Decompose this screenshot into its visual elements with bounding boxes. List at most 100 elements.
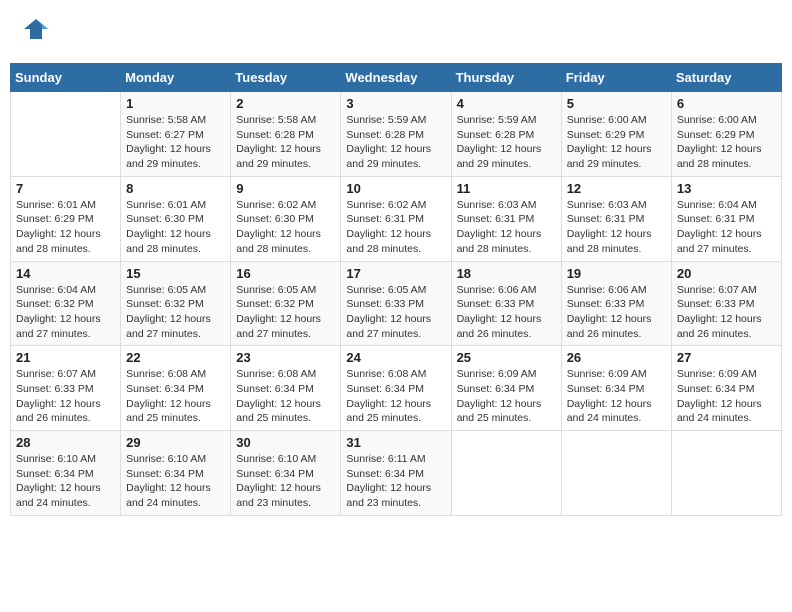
day-info: Sunrise: 6:06 AMSunset: 6:33 PMDaylight:… [567, 283, 666, 342]
day-number: 3 [346, 96, 445, 111]
day-number: 23 [236, 350, 335, 365]
calendar-cell: 25 Sunrise: 6:09 AMSunset: 6:34 PMDayligh… [451, 346, 561, 431]
day-info: Sunrise: 6:05 AMSunset: 6:32 PMDaylight:… [126, 283, 225, 342]
calendar-cell: 8 Sunrise: 6:01 AMSunset: 6:30 PMDaylight… [121, 176, 231, 261]
calendar-cell: 14Sunrise: 6:04 AMSunset: 6:32 PMDayligh… [11, 261, 121, 346]
day-info: Sunrise: 6:03 AMSunset: 6:31 PMDaylight:… [567, 198, 666, 257]
day-info: Sunrise: 6:09 AMSunset: 6:34 PMDaylight:… [677, 367, 776, 426]
day-info: Sunrise: 6:02 AMSunset: 6:31 PMDaylight:… [346, 198, 445, 257]
day-number: 30 [236, 435, 335, 450]
calendar-cell: 26 Sunrise: 6:09 AMSunset: 6:34 PMDayligh… [561, 346, 671, 431]
day-number: 1 [126, 96, 225, 111]
calendar-week-row: 21 Sunrise: 6:07 AMSunset: 6:33 PMDayligh… [11, 346, 782, 431]
calendar-cell: 30 Sunrise: 6:10 AMSunset: 6:34 PMDayligh… [231, 431, 341, 516]
day-info: Sunrise: 6:08 AMSunset: 6:34 PMDaylight:… [346, 367, 445, 426]
day-info: Sunrise: 6:05 AMSunset: 6:33 PMDaylight:… [346, 283, 445, 342]
calendar-cell: 3 Sunrise: 5:59 AMSunset: 6:28 PMDaylight… [341, 92, 451, 177]
calendar-cell: 21 Sunrise: 6:07 AMSunset: 6:33 PMDayligh… [11, 346, 121, 431]
day-number: 13 [677, 181, 776, 196]
day-number: 11 [457, 181, 556, 196]
calendar-dow-sunday: Sunday [11, 64, 121, 92]
day-number: 24 [346, 350, 445, 365]
day-info: Sunrise: 5:58 AMSunset: 6:27 PMDaylight:… [126, 113, 225, 172]
day-info: Sunrise: 6:01 AMSunset: 6:29 PMDaylight:… [16, 198, 115, 257]
calendar-dow-friday: Friday [561, 64, 671, 92]
calendar-cell [11, 92, 121, 177]
day-number: 16 [236, 266, 335, 281]
calendar-cell: 31 Sunrise: 6:11 AMSunset: 6:34 PMDayligh… [341, 431, 451, 516]
day-info: Sunrise: 6:05 AMSunset: 6:32 PMDaylight:… [236, 283, 335, 342]
logo-general [20, 15, 50, 48]
day-info: Sunrise: 5:58 AMSunset: 6:28 PMDaylight:… [236, 113, 335, 172]
calendar-cell [671, 431, 781, 516]
day-number: 19 [567, 266, 666, 281]
day-info: Sunrise: 6:09 AMSunset: 6:34 PMDaylight:… [567, 367, 666, 426]
logo-bird-icon [22, 15, 50, 43]
logo [20, 15, 50, 48]
day-number: 29 [126, 435, 225, 450]
calendar-cell [561, 431, 671, 516]
day-number: 28 [16, 435, 115, 450]
day-info: Sunrise: 6:03 AMSunset: 6:31 PMDaylight:… [457, 198, 556, 257]
calendar-cell: 15Sunrise: 6:05 AMSunset: 6:32 PMDayligh… [121, 261, 231, 346]
day-info: Sunrise: 6:00 AMSunset: 6:29 PMDaylight:… [677, 113, 776, 172]
day-info: Sunrise: 6:00 AMSunset: 6:29 PMDaylight:… [567, 113, 666, 172]
day-info: Sunrise: 5:59 AMSunset: 6:28 PMDaylight:… [346, 113, 445, 172]
calendar-cell: 19 Sunrise: 6:06 AMSunset: 6:33 PMDayligh… [561, 261, 671, 346]
day-number: 8 [126, 181, 225, 196]
calendar-dow-thursday: Thursday [451, 64, 561, 92]
calendar-cell: 5 Sunrise: 6:00 AMSunset: 6:29 PMDaylight… [561, 92, 671, 177]
calendar-cell: 22 Sunrise: 6:08 AMSunset: 6:34 PMDayligh… [121, 346, 231, 431]
calendar-week-row: 7 Sunrise: 6:01 AMSunset: 6:29 PMDaylight… [11, 176, 782, 261]
calendar-cell: 18 Sunrise: 6:06 AMSunset: 6:33 PMDayligh… [451, 261, 561, 346]
calendar-week-row: 1 Sunrise: 5:58 AMSunset: 6:27 PMDaylight… [11, 92, 782, 177]
day-number: 25 [457, 350, 556, 365]
calendar-header-row: SundayMondayTuesdayWednesdayThursdayFrid… [11, 64, 782, 92]
day-number: 18 [457, 266, 556, 281]
calendar-cell: 27 Sunrise: 6:09 AMSunset: 6:34 PMDayligh… [671, 346, 781, 431]
day-info: Sunrise: 6:08 AMSunset: 6:34 PMDaylight:… [126, 367, 225, 426]
calendar-cell: 24 Sunrise: 6:08 AMSunset: 6:34 PMDayligh… [341, 346, 451, 431]
calendar-cell: 13 Sunrise: 6:04 AMSunset: 6:31 PMDayligh… [671, 176, 781, 261]
calendar-table: SundayMondayTuesdayWednesdayThursdayFrid… [10, 63, 782, 516]
day-info: Sunrise: 6:10 AMSunset: 6:34 PMDaylight:… [16, 452, 115, 511]
day-number: 22 [126, 350, 225, 365]
day-number: 27 [677, 350, 776, 365]
calendar-cell: 11 Sunrise: 6:03 AMSunset: 6:31 PMDayligh… [451, 176, 561, 261]
day-info: Sunrise: 6:09 AMSunset: 6:34 PMDaylight:… [457, 367, 556, 426]
day-number: 2 [236, 96, 335, 111]
day-info: Sunrise: 6:01 AMSunset: 6:30 PMDaylight:… [126, 198, 225, 257]
day-number: 26 [567, 350, 666, 365]
day-number: 17 [346, 266, 445, 281]
calendar-cell: 20 Sunrise: 6:07 AMSunset: 6:33 PMDayligh… [671, 261, 781, 346]
day-info: Sunrise: 6:06 AMSunset: 6:33 PMDaylight:… [457, 283, 556, 342]
day-number: 4 [457, 96, 556, 111]
day-info: Sunrise: 6:11 AMSunset: 6:34 PMDaylight:… [346, 452, 445, 511]
calendar-cell [451, 431, 561, 516]
calendar-cell: 4 Sunrise: 5:59 AMSunset: 6:28 PMDaylight… [451, 92, 561, 177]
calendar-cell: 23Sunrise: 6:08 AMSunset: 6:34 PMDayligh… [231, 346, 341, 431]
day-info: Sunrise: 5:59 AMSunset: 6:28 PMDaylight:… [457, 113, 556, 172]
day-number: 7 [16, 181, 115, 196]
calendar-cell: 10Sunrise: 6:02 AMSunset: 6:31 PMDayligh… [341, 176, 451, 261]
calendar-cell: 17 Sunrise: 6:05 AMSunset: 6:33 PMDayligh… [341, 261, 451, 346]
day-number: 20 [677, 266, 776, 281]
day-info: Sunrise: 6:07 AMSunset: 6:33 PMDaylight:… [16, 367, 115, 426]
day-number: 5 [567, 96, 666, 111]
calendar-dow-tuesday: Tuesday [231, 64, 341, 92]
calendar-cell: 6 Sunrise: 6:00 AMSunset: 6:29 PMDaylight… [671, 92, 781, 177]
day-info: Sunrise: 6:02 AMSunset: 6:30 PMDaylight:… [236, 198, 335, 257]
day-info: Sunrise: 6:10 AMSunset: 6:34 PMDaylight:… [236, 452, 335, 511]
day-number: 21 [16, 350, 115, 365]
calendar-week-row: 28 Sunrise: 6:10 AMSunset: 6:34 PMDayligh… [11, 431, 782, 516]
calendar-cell: 28 Sunrise: 6:10 AMSunset: 6:34 PMDayligh… [11, 431, 121, 516]
day-number: 6 [677, 96, 776, 111]
day-info: Sunrise: 6:04 AMSunset: 6:31 PMDaylight:… [677, 198, 776, 257]
day-number: 31 [346, 435, 445, 450]
calendar-cell: 16 Sunrise: 6:05 AMSunset: 6:32 PMDayligh… [231, 261, 341, 346]
calendar-cell: 7 Sunrise: 6:01 AMSunset: 6:29 PMDaylight… [11, 176, 121, 261]
calendar-week-row: 14Sunrise: 6:04 AMSunset: 6:32 PMDayligh… [11, 261, 782, 346]
day-info: Sunrise: 6:07 AMSunset: 6:33 PMDaylight:… [677, 283, 776, 342]
calendar-cell: 2 Sunrise: 5:58 AMSunset: 6:28 PMDaylight… [231, 92, 341, 177]
day-number: 9 [236, 181, 335, 196]
